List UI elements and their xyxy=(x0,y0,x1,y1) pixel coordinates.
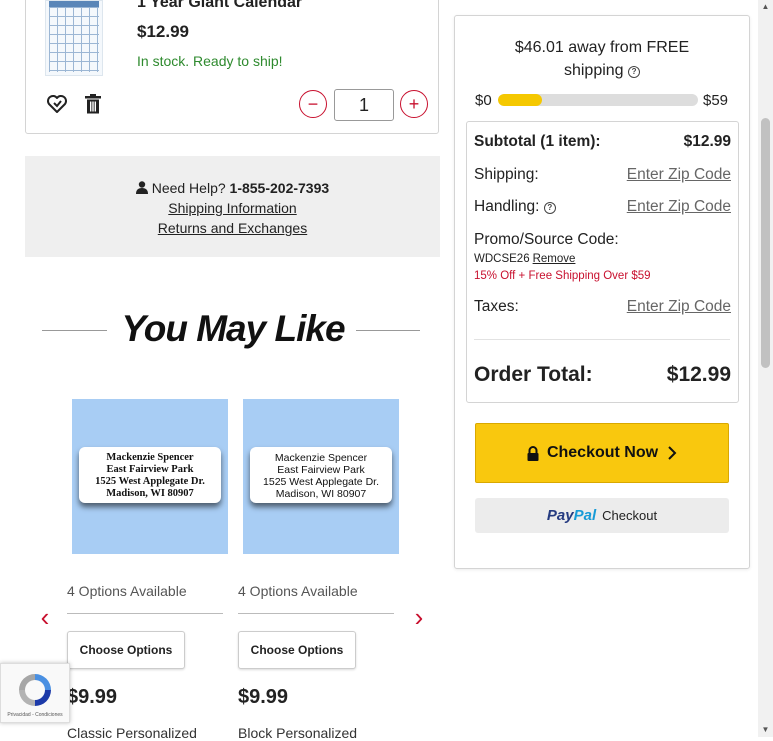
recaptcha-logo-icon xyxy=(19,674,51,706)
carousel-next-arrow-icon[interactable]: › xyxy=(409,604,429,630)
checkout-now-label: Checkout Now xyxy=(546,444,659,461)
heading-rule-right xyxy=(356,330,420,331)
decrease-quantity-button[interactable]: − xyxy=(299,90,327,118)
scroll-down-icon[interactable]: ▼ xyxy=(760,725,771,735)
progress-min-label: $0 xyxy=(475,92,492,109)
product-image[interactable]: Mackenzie Spencer East Fairview Park 152… xyxy=(243,399,399,554)
product-name[interactable]: Block Personalized xyxy=(238,725,357,741)
taxes-enter-zip-link[interactable]: Enter Zip Code xyxy=(627,298,731,316)
order-total-value: $12.99 xyxy=(666,363,731,386)
free-shipping-progress-bar xyxy=(498,94,698,106)
carousel-prev-arrow-icon[interactable]: ‹ xyxy=(35,604,55,630)
trash-icon[interactable] xyxy=(81,92,105,116)
scroll-up-icon[interactable]: ▲ xyxy=(760,2,771,12)
order-total-label: Order Total: xyxy=(474,363,593,386)
shipping-information-link[interactable]: Shipping Information xyxy=(168,200,296,216)
help-phone[interactable]: 1-855-202-7393 xyxy=(230,180,330,196)
person-icon xyxy=(135,181,148,194)
chevron-right-icon xyxy=(668,446,677,460)
handling-row: Handling: ? xyxy=(474,198,556,216)
product-name[interactable]: Classic Personalized xyxy=(67,725,197,741)
shipping-enter-zip-link[interactable]: Enter Zip Code xyxy=(627,166,731,184)
address-label-sample: Mackenzie Spencer East Fairview Park 152… xyxy=(79,447,221,503)
paypal-logo-pay: Pay xyxy=(546,507,574,524)
cart-item-price: $12.99 xyxy=(137,22,189,41)
promo-label: Promo/Source Code: xyxy=(474,231,619,248)
cart-item-title[interactable]: 1 Year Giant Calendar xyxy=(137,0,302,12)
shipping-label: Shipping: xyxy=(474,166,539,183)
recaptcha-badge[interactable]: Privacidad - Condiciones xyxy=(0,663,70,723)
scrollbar-thumb[interactable] xyxy=(761,118,770,368)
save-to-wishlist-heart-icon[interactable] xyxy=(45,92,69,116)
heading-rule-left xyxy=(42,330,107,331)
lock-icon xyxy=(527,445,539,461)
increase-quantity-button[interactable]: + xyxy=(400,90,428,118)
help-box: Need Help? 1-855-202-7393 Shipping Infor… xyxy=(25,156,440,257)
divider xyxy=(238,613,394,614)
product-price: $9.99 xyxy=(67,686,118,708)
returns-exchanges-link[interactable]: Returns and Exchanges xyxy=(158,220,307,236)
paypal-checkout-button[interactable]: Pay Pal Checkout xyxy=(475,498,729,533)
handling-help-icon[interactable]: ? xyxy=(543,202,556,214)
progress-fill xyxy=(498,94,542,106)
remove-promo-link[interactable]: Remove xyxy=(533,253,576,265)
divider xyxy=(474,339,730,340)
recaptcha-terms[interactable]: Privacidad - Condiciones xyxy=(1,712,69,718)
choose-options-button[interactable]: Choose Options xyxy=(238,631,356,669)
handling-enter-zip-link[interactable]: Enter Zip Code xyxy=(627,198,731,216)
product-image[interactable]: Mackenzie Spencer East Fairview Park 152… xyxy=(72,399,228,554)
paypal-logo-pal: Pal xyxy=(573,507,597,524)
product-options-count: 4 Options Available xyxy=(67,583,187,599)
promo-code-row: WDCSE26 Remove xyxy=(474,253,575,265)
stock-status: In stock. Ready to ship! xyxy=(137,53,283,69)
need-help-label: Need Help? xyxy=(151,180,226,196)
subtotal-label: Subtotal (1 item): xyxy=(474,133,601,150)
checkout-now-button[interactable]: Checkout Now xyxy=(475,423,729,483)
address-label-sample: Mackenzie Spencer East Fairview Park 152… xyxy=(250,447,392,503)
help-question-icon[interactable]: ? xyxy=(628,66,641,78)
paypal-checkout-label: Checkout xyxy=(602,508,658,523)
product-price: $9.99 xyxy=(238,686,289,708)
progress-max-label: $59 xyxy=(703,92,729,109)
taxes-label: Taxes: xyxy=(474,298,519,315)
scrollbar[interactable] xyxy=(758,0,773,737)
product-thumbnail[interactable] xyxy=(45,0,103,76)
choose-options-button[interactable]: Choose Options xyxy=(67,631,185,669)
quantity-input[interactable] xyxy=(334,89,394,121)
need-help-line: Need Help? 1-855-202-7393 xyxy=(25,180,440,196)
product-options-count: 4 Options Available xyxy=(238,583,358,599)
promo-code: WDCSE26 xyxy=(474,253,530,265)
you-may-like-heading: You May Like xyxy=(121,308,345,349)
subtotal-value: $12.99 xyxy=(683,133,731,150)
free-shipping-message: $46.01 away from FREE shipping ? xyxy=(514,39,690,79)
divider xyxy=(67,613,223,614)
promo-message: 15% Off + Free Shipping Over $59 xyxy=(474,270,651,282)
